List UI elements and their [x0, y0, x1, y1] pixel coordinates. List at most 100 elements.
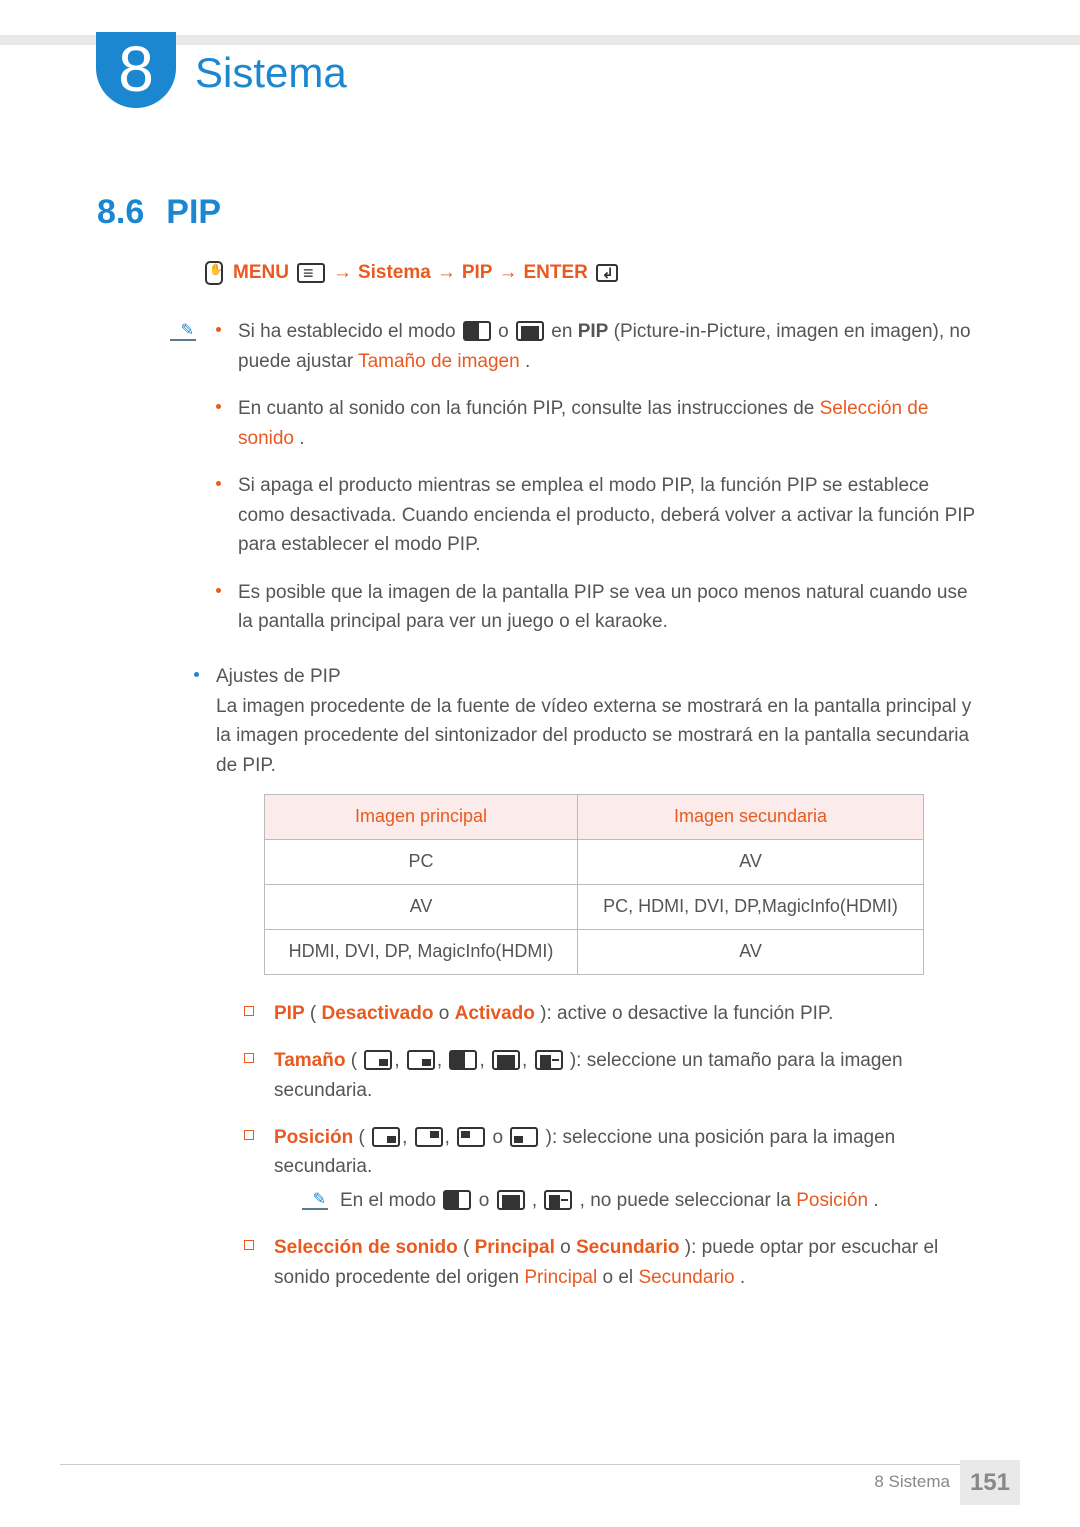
table-cell: AV: [578, 840, 924, 885]
table-row: HDMI, DVI, DP, MagicInfo(HDMI) AV: [265, 929, 924, 974]
opt-on: Activado: [455, 1003, 535, 1024]
nav-menu: MENU: [233, 258, 289, 287]
option-pip: PIP ( Desactivado o Activado ): active o…: [244, 999, 980, 1028]
pip-bold: PIP: [578, 321, 609, 342]
table-row: PC AV: [265, 840, 924, 885]
subnote-text: En el modo o , , no puede seleccionar la…: [340, 1186, 879, 1215]
layout-icon: [497, 1190, 525, 1210]
text: o: [479, 1190, 495, 1211]
text: En cuanto al sonido con la función PIP, …: [238, 398, 820, 419]
note-list: Si ha establecido el modo o en PIP (Pict…: [212, 317, 980, 654]
text: .: [525, 351, 530, 372]
remote-icon: [205, 261, 223, 285]
option-size: Tamaño ( , , , , ): seleccione un tamaño…: [244, 1046, 980, 1105]
pip-settings: Ajustes de PIP La imagen procedente de l…: [190, 662, 980, 1292]
arrow-icon: →: [437, 258, 456, 287]
text: , no puede seleccionar la: [580, 1190, 797, 1211]
layout-icon: [544, 1190, 572, 1210]
section-number: 8.6: [97, 186, 144, 239]
text: ): seleccione una posición para la image…: [274, 1127, 895, 1177]
settings-desc: La imagen procedente de la fuente de víd…: [216, 696, 971, 776]
note-item: Es posible que la imagen de la pantalla …: [212, 578, 980, 637]
option-list: PIP ( Desactivado o Activado ): active o…: [244, 999, 980, 1293]
opt-principal: Principal: [475, 1237, 555, 1258]
text: ,: [532, 1190, 543, 1211]
layout-split-icon: [463, 321, 491, 341]
chapter-number-badge: 8: [96, 32, 176, 108]
text: En el modo: [340, 1190, 441, 1211]
secundario-link: Secundario: [638, 1267, 734, 1288]
table-cell: AV: [578, 929, 924, 974]
text: o el: [603, 1267, 639, 1288]
size-icon: [535, 1050, 563, 1070]
arrow-icon: →: [498, 258, 517, 287]
position-subnote: En el modo o , , no puede seleccionar la…: [302, 1186, 980, 1215]
footer-page-number: 151: [960, 1460, 1020, 1505]
menu-grid-icon: [297, 263, 325, 283]
arrow-icon: →: [333, 258, 352, 287]
size-icon: [364, 1050, 392, 1070]
th-secondary: Imagen secundaria: [578, 795, 924, 840]
content-body: MENU → Sistema → PIP → ENTER Si ha estab…: [170, 258, 980, 1310]
table-cell: PC: [265, 840, 578, 885]
settings-item: Ajustes de PIP La imagen procedente de l…: [190, 662, 980, 1292]
text: o: [498, 321, 514, 342]
text: .: [740, 1267, 745, 1288]
tamano-imagen-link: Tamaño de imagen: [358, 351, 520, 372]
table-row: AV PC, HDMI, DVI, DP,MagicInfo(HDMI): [265, 884, 924, 929]
text: .: [873, 1190, 878, 1211]
note-block: Si ha establecido el modo o en PIP (Pict…: [170, 317, 980, 654]
footer-label: 8 Sistema: [874, 1469, 950, 1495]
text: (: [310, 1003, 316, 1024]
text: .: [299, 428, 304, 449]
pos-icon: [415, 1127, 443, 1147]
menu-path: MENU → Sistema → PIP → ENTER: [205, 258, 980, 287]
th-main: Imagen principal: [265, 795, 578, 840]
pos-icon: [510, 1127, 538, 1147]
note-icon: [170, 319, 196, 341]
table-cell: AV: [265, 884, 578, 929]
opt-off: Desactivado: [322, 1003, 434, 1024]
pos-icon: [457, 1127, 485, 1147]
note-item: En cuanto al sonido con la función PIP, …: [212, 394, 980, 453]
text: (: [358, 1127, 364, 1148]
option-sound: Selección de sonido ( Principal o Secund…: [244, 1233, 980, 1292]
note-icon: [302, 1188, 328, 1210]
table-cell: HDMI, DVI, DP, MagicInfo(HDMI): [265, 929, 578, 974]
enter-icon: [596, 264, 618, 282]
text: ): active o desactive la función PIP.: [540, 1003, 833, 1024]
layout-icon: [443, 1190, 471, 1210]
posicion-link: Posición: [796, 1190, 868, 1211]
note-item: Si ha establecido el modo o en PIP (Pict…: [212, 317, 980, 376]
principal-link: Principal: [524, 1267, 597, 1288]
note-item: Si apaga el producto mientras se emplea …: [212, 471, 980, 559]
opt-label: PIP: [274, 1003, 305, 1024]
opt-label: Selección de sonido: [274, 1237, 458, 1258]
table-header-row: Imagen principal Imagen secundaria: [265, 795, 924, 840]
settings-label: Ajustes de PIP: [216, 666, 341, 687]
settings-list: Ajustes de PIP La imagen procedente de l…: [190, 662, 980, 1292]
source-table: Imagen principal Imagen secundaria PC AV…: [264, 794, 924, 975]
opt-label: Tamaño: [274, 1050, 345, 1071]
text: o: [492, 1127, 508, 1148]
nav-pip: PIP: [462, 258, 493, 287]
opt-label: Posición: [274, 1127, 353, 1148]
text: (: [351, 1050, 357, 1071]
page-footer: 8 Sistema 151: [874, 1460, 1020, 1505]
pos-icon: [372, 1127, 400, 1147]
section-title: PIP: [166, 186, 221, 239]
nav-enter: ENTER: [523, 258, 587, 287]
text: en: [551, 321, 577, 342]
layout-dual-icon: [516, 321, 544, 341]
size-icon: [449, 1050, 477, 1070]
section-heading: 8.6 PIP: [97, 186, 221, 239]
size-icon: [407, 1050, 435, 1070]
text: o: [560, 1237, 576, 1258]
text: (: [463, 1237, 469, 1258]
nav-sistema: Sistema: [358, 258, 431, 287]
text: o: [439, 1003, 455, 1024]
text: Si ha establecido el modo: [238, 321, 461, 342]
chapter-title: Sistema: [195, 40, 347, 105]
opt-secundario: Secundario: [576, 1237, 679, 1258]
option-position: Posición ( , , o ): seleccione una posic…: [244, 1123, 980, 1215]
